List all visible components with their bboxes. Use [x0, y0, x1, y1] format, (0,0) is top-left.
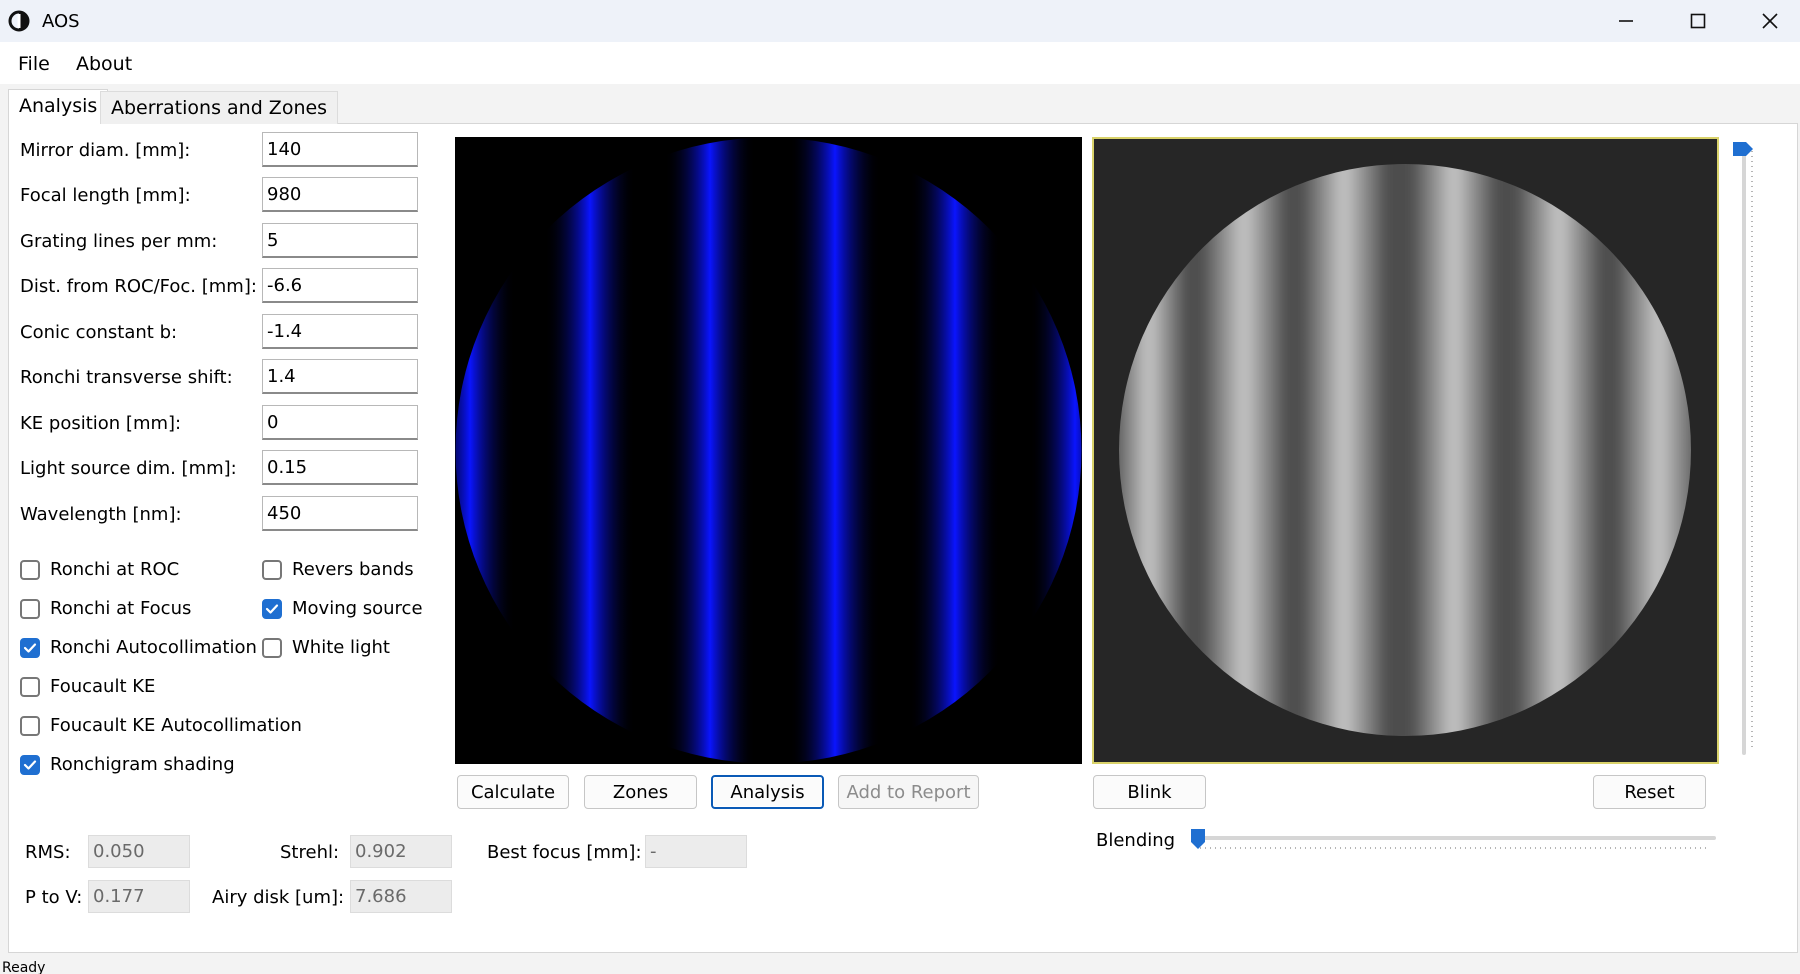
dist-from-roc-input[interactable] — [262, 268, 418, 303]
minimize-button[interactable] — [1590, 0, 1662, 42]
rms-value: 0.050 — [88, 835, 190, 868]
wavelength-input[interactable] — [262, 496, 418, 531]
airy-disk-label: Airy disk [um]: — [212, 887, 345, 908]
best-focus-value: - — [645, 835, 747, 868]
menu-file[interactable]: File — [18, 53, 50, 75]
checkmark-icon — [23, 759, 37, 770]
checkbox-label: White light — [292, 637, 390, 658]
strehl-value: 0.902 — [350, 835, 452, 868]
best-focus-label: Best focus [mm]: — [487, 842, 642, 863]
ke-position-label: KE position [mm]: — [20, 413, 182, 434]
checkbox-label: Foucault KE Autocollimation — [50, 715, 302, 736]
checkbox-label: Moving source — [292, 598, 423, 619]
app-logo-icon — [8, 10, 30, 32]
checkbox-label: Foucault KE — [50, 676, 156, 697]
light-source-label: Light source dim. [mm]: — [20, 458, 237, 479]
p-to-v-value: 0.177 — [88, 880, 190, 913]
checkbox-label: Ronchi at ROC — [50, 559, 180, 580]
checkbox-box — [20, 754, 40, 775]
tab-aberrations-and-zones[interactable]: Aberrations and Zones — [100, 91, 339, 124]
dist-from-roc-label: Dist. from ROC/Foc. [mm]: — [20, 276, 257, 297]
grating-lines-label: Grating lines per mm: — [20, 231, 218, 252]
checkbox-box — [20, 559, 40, 580]
checkbox-box — [20, 598, 40, 619]
foucault-ke-autocollimation-checkbox[interactable]: Foucault KE Autocollimation — [20, 715, 302, 736]
blink-button[interactable]: Blink — [1093, 775, 1206, 809]
maximize-icon — [1690, 13, 1706, 29]
blending-slider-thumb[interactable] — [1190, 828, 1206, 850]
vertical-slider[interactable] — [1730, 141, 1760, 759]
ronchi-at-focus-checkbox[interactable]: Ronchi at Focus — [20, 598, 191, 619]
checkbox-box — [262, 598, 282, 619]
light-source-input[interactable] — [262, 450, 418, 485]
simulated-ronchigram — [455, 137, 1082, 764]
close-icon — [1762, 13, 1778, 29]
checkmark-icon — [265, 603, 279, 614]
zones-button[interactable]: Zones — [584, 775, 697, 809]
foucault-ke-checkbox[interactable]: Foucault KE — [20, 676, 155, 697]
strehl-label: Strehl: — [280, 842, 340, 863]
checkbox-box — [20, 715, 40, 736]
checkbox-label: Ronchigram shading — [50, 754, 235, 775]
airy-disk-value: 7.686 — [350, 880, 452, 913]
reset-button[interactable]: Reset — [1593, 775, 1706, 809]
wavelength-label: Wavelength [nm]: — [20, 504, 182, 525]
rms-label: RMS: — [25, 842, 71, 863]
revers-bands-checkbox[interactable]: Revers bands — [262, 559, 414, 580]
ke-position-input[interactable] — [262, 405, 418, 440]
grating-lines-input[interactable] — [262, 223, 418, 258]
focal-length-label: Focal length [mm]: — [20, 185, 191, 206]
ronchi-autocollimation-checkbox[interactable]: Ronchi Autocollimation — [20, 637, 257, 658]
checkbox-label: Revers bands — [292, 559, 414, 580]
close-button[interactable] — [1734, 0, 1800, 42]
checkbox-box — [262, 637, 282, 658]
status-text: Ready — [2, 960, 46, 974]
maximize-button[interactable] — [1662, 0, 1734, 42]
ronchi-shift-label: Ronchi transverse shift: — [20, 367, 233, 388]
focal-length-input[interactable] — [262, 177, 418, 212]
status-bar: Ready — [0, 954, 1800, 974]
checkbox-box — [20, 676, 40, 697]
checkbox-label: Ronchi at Focus — [50, 598, 192, 619]
menu-about[interactable]: About — [76, 53, 132, 75]
calculate-button[interactable]: Calculate — [457, 775, 569, 809]
ronchigram-shading-checkbox[interactable]: Ronchigram shading — [20, 754, 235, 775]
checkbox-box — [262, 559, 282, 580]
mirror-diam-input[interactable] — [262, 132, 418, 167]
p-to-v-label: P to V: — [25, 887, 83, 908]
mirror-diam-label: Mirror diam. [mm]: — [20, 140, 191, 161]
window-title: AOS — [42, 11, 80, 32]
title-bar: AOS — [0, 0, 1800, 42]
ronchi-at-roc-checkbox[interactable]: Ronchi at ROC — [20, 559, 179, 580]
blending-label: Blending — [1096, 830, 1176, 851]
white-light-checkbox[interactable]: White light — [262, 637, 390, 658]
checkmark-icon — [23, 642, 37, 653]
captured-image — [1094, 139, 1717, 762]
moving-source-checkbox[interactable]: Moving source — [262, 598, 423, 619]
conic-constant-input[interactable] — [262, 314, 418, 349]
checkbox-box — [20, 637, 40, 658]
captured-ronchigram — [1092, 137, 1719, 764]
vertical-slider-thumb[interactable] — [1732, 141, 1754, 157]
checkbox-label: Ronchi Autocollimation — [50, 637, 257, 658]
ronchi-shift-input[interactable] — [262, 359, 418, 394]
menu-bar: File About — [0, 42, 1800, 84]
tab-analysis[interactable]: Analysis — [8, 89, 109, 124]
vertical-slider-track — [1742, 145, 1753, 755]
add-to-report-button[interactable]: Add to Report — [838, 775, 979, 809]
minimize-icon — [1619, 20, 1633, 22]
ronchigram-image — [455, 137, 1082, 764]
blending-slider[interactable] — [1190, 826, 1720, 856]
analysis-button[interactable]: Analysis — [711, 775, 824, 809]
conic-constant-label: Conic constant b: — [20, 322, 178, 343]
blending-slider-track — [1194, 836, 1716, 849]
